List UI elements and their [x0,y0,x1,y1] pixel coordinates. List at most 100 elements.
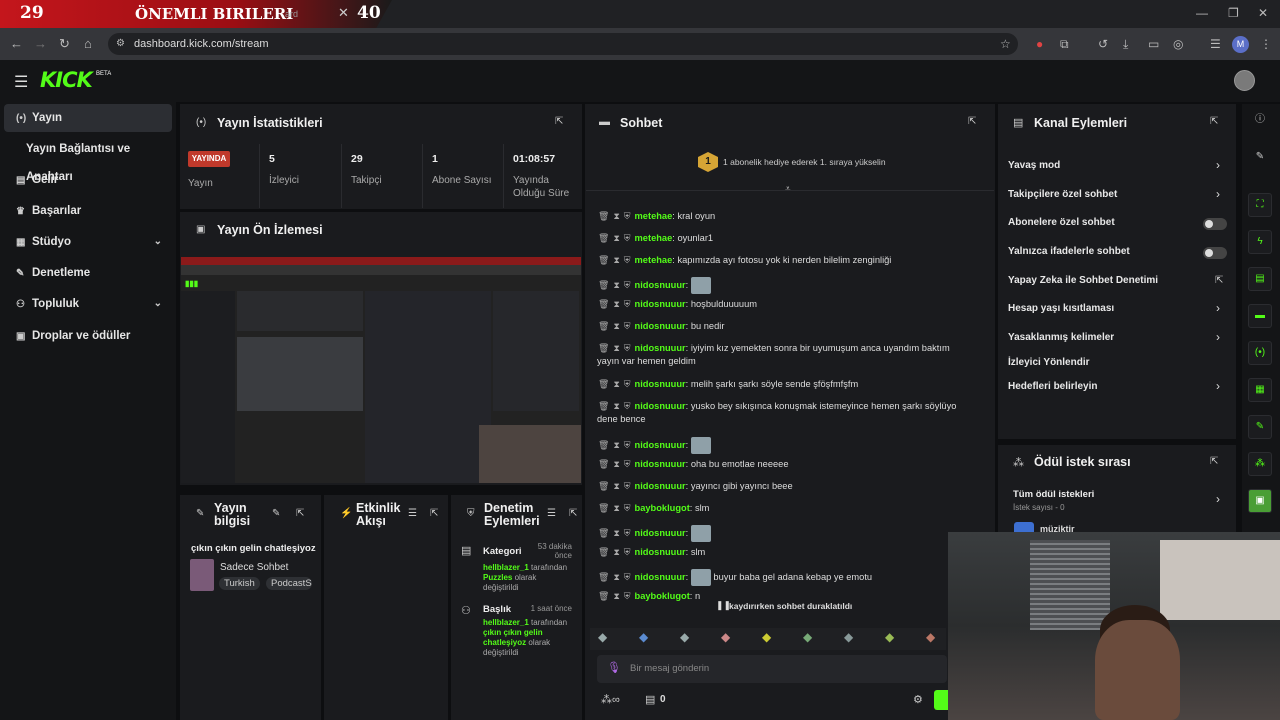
timeout-icon[interactable]: ⧗ [613,299,619,309]
channel-action-label[interactable]: Hedefleri belirleyin [1008,381,1097,392]
popout-icon[interactable]: ⇱ [1210,116,1218,127]
chat-message[interactable]: 🗑 ⧗ ⛨ bayboklugot: n [598,591,700,602]
emote-icon[interactable]: ◆ [926,630,935,644]
delete-icon[interactable]: 🗑 [598,528,609,538]
emote-icon[interactable]: ◆ [721,630,730,644]
delete-icon[interactable]: 🗑 [598,481,609,491]
channel-action-label[interactable]: Abonelere özel sohbet [1008,217,1115,228]
delete-icon[interactable]: 🗑 [598,255,609,265]
community-icon[interactable]: ⁂ [1248,452,1272,476]
lightning-icon[interactable]: ϟ [1248,230,1272,254]
reload-icon[interactable]: ↻ [59,36,70,52]
chat-username[interactable]: metehae [635,233,673,243]
chat-message[interactable]: 🗑 ⧗ ⛨ nidosnuuur: hoşbulduuuuum [598,299,757,310]
popout-icon[interactable]: ⇱ [1210,456,1218,467]
browser-menu-icon[interactable]: ⋮ [1260,37,1272,51]
gift-box-icon[interactable]: ▤ [645,693,655,706]
chat-username[interactable]: nidosnuuur [635,459,686,469]
chat-message[interactable]: 🗑 ⧗ ⛨ nidosnuuur: [598,277,711,294]
chevron-right-icon[interactable]: › [1216,379,1220,393]
document-icon[interactable]: ▤ [1248,267,1272,291]
popout-icon[interactable]: ⇱ [555,116,563,127]
sidebar-item-denetleme[interactable]: ✎ Denetleme [4,259,172,287]
chat-username[interactable]: nidosnuuur [635,481,686,491]
emote-icon[interactable]: ◆ [639,630,648,644]
extensions-icon[interactable]: ⧉ [1060,37,1069,52]
timeout-icon[interactable]: ⧗ [613,440,619,450]
delete-icon[interactable]: 🗑 [598,211,609,221]
timeout-icon[interactable]: ⧗ [613,481,619,491]
filter-icon[interactable]: ☰ [408,508,417,519]
delete-icon[interactable]: 🗑 [598,591,609,601]
emote-icon[interactable]: ◆ [844,630,853,644]
delete-icon[interactable]: 🗑 [598,321,609,331]
chat-username[interactable]: bayboklugot [635,591,690,601]
timeout-icon[interactable]: ⧗ [613,459,619,469]
toggle-switch[interactable] [1203,247,1227,259]
popout-icon[interactable]: ⇱ [430,508,438,519]
chat-message[interactable]: 🗑 ⧗ ⛨ nidosnuuur: [598,525,711,542]
chevron-right-icon[interactable]: › [1216,187,1220,201]
popout-icon[interactable]: ⇱ [569,508,577,519]
layout-icon[interactable]: ▦ [1248,378,1272,402]
chat-username[interactable]: nidosnuuur [635,528,686,538]
stream-preview-video[interactable]: ▮▮▮ [181,257,581,483]
delete-icon[interactable]: 🗑 [598,401,609,411]
chat-username[interactable]: nidosnuuur [635,299,686,309]
delete-icon[interactable]: 🗑 [598,233,609,243]
toggle-switch[interactable] [1203,218,1227,230]
channel-action-label[interactable]: Yavaş mod [1008,160,1060,171]
popout-icon[interactable]: ⇱ [296,508,304,519]
sidebar-item-stream-key[interactable]: Yayın Bağlantısı ve Anahtarı [4,135,172,183]
chat-message[interactable]: 🗑 ⧗ ⛨ nidosnuuur: yayıncı gibi yayıncı beee [598,481,793,492]
chat-username[interactable]: nidosnuuur [635,379,686,389]
chat-username[interactable]: metehae [635,211,673,221]
chat-username[interactable]: nidosnuuur [635,321,686,331]
sidebar-item-droplar[interactable]: ▣ Droplar ve ödüller [4,322,172,350]
edit-icon[interactable]: ✎ [272,508,280,519]
info-icon[interactable]: ⓘ [1248,109,1272,133]
emote-cat-icon[interactable]: ◆ [598,630,607,644]
chevron-right-icon[interactable]: › [1216,158,1220,172]
tab-close-icon[interactable]: ✕ [338,5,349,21]
add-widget-icon[interactable]: ▣ [1248,489,1272,513]
timeout-icon[interactable]: ⧗ [613,503,619,513]
timeout-icon[interactable]: ⧗ [613,280,619,290]
timeout-icon[interactable]: ⧗ [613,401,619,411]
popout-icon[interactable]: ⇱ [968,116,976,127]
edit-icon[interactable]: ✎ [1248,146,1272,170]
chat-message[interactable]: 🗑 ⧗ ⛨ nidosnuuur: bu nedir [598,321,724,332]
sidebar-item-basarilar[interactable]: ♛ Başarılar [4,197,172,225]
timeout-icon[interactable]: ⧗ [613,255,619,265]
chat-message[interactable]: 🗑 ⧗ ⛨ nidosnuuur: melih şarkı şarkı söyle s… [598,379,858,390]
timeout-icon[interactable]: ⧗ [613,591,619,601]
chat-message[interactable]: 🗑 ⧗ ⛨ nidosnuuur: slm [598,547,705,558]
timeout-icon[interactable]: ⧗ [613,233,619,243]
timeout-icon[interactable]: ⧗ [613,343,619,353]
performance-icon[interactable]: ◎ [1173,37,1183,51]
channel-action-label[interactable]: Yasaklanmış kelimeler [1008,332,1114,343]
chat-message[interactable]: 🗑 ⧗ ⛨ metehae: kral oyun [598,211,715,222]
chat-message[interactable]: 🗑 ⧗ ⛨ nidosnuuur: oha bu emotlae neeeee [598,459,789,470]
channel-action-label[interactable]: Yapay Zeka ile Sohbet Denetimi [1008,275,1158,286]
delete-icon[interactable]: 🗑 [598,379,609,389]
sidebar-item-studyo[interactable]: ▦ Stüdyo ⌄ [4,228,172,256]
gift-leaderboard-text[interactable]: 1 abonelik hediye ederek 1. sıraya yükse… [723,157,886,167]
infinity-icon[interactable]: ⁂∞ [601,693,620,706]
chat-username[interactable]: metehae [635,255,673,265]
chat-message[interactable]: 🗑 ⧗ ⛨ nidosnuuur: iyiyim kız yemekten sonra… [598,343,950,354]
microphone-icon[interactable]: 🎙 [607,661,621,674]
channel-action-label[interactable]: İzleyici Yönlendir [1008,357,1090,368]
broadcast-icon[interactable]: (•) [1248,341,1272,365]
reading-list-icon[interactable]: ☰ [1210,37,1221,51]
wrench-icon[interactable]: ✎ [1248,415,1272,439]
home-icon[interactable]: ⌂ [84,36,92,51]
delete-icon[interactable]: 🗑 [598,299,609,309]
chevron-right-icon[interactable]: › [1216,330,1220,344]
chat-username[interactable]: nidosnuuur [635,401,686,411]
delete-icon[interactable]: 🗑 [598,547,609,557]
history-icon[interactable]: ↺ [1098,37,1108,51]
bookmark-star-icon[interactable]: ☆ [1000,37,1011,51]
chat-username[interactable]: nidosnuuur [635,343,686,353]
chat-bubble-icon[interactable]: ▬ [1248,304,1272,328]
